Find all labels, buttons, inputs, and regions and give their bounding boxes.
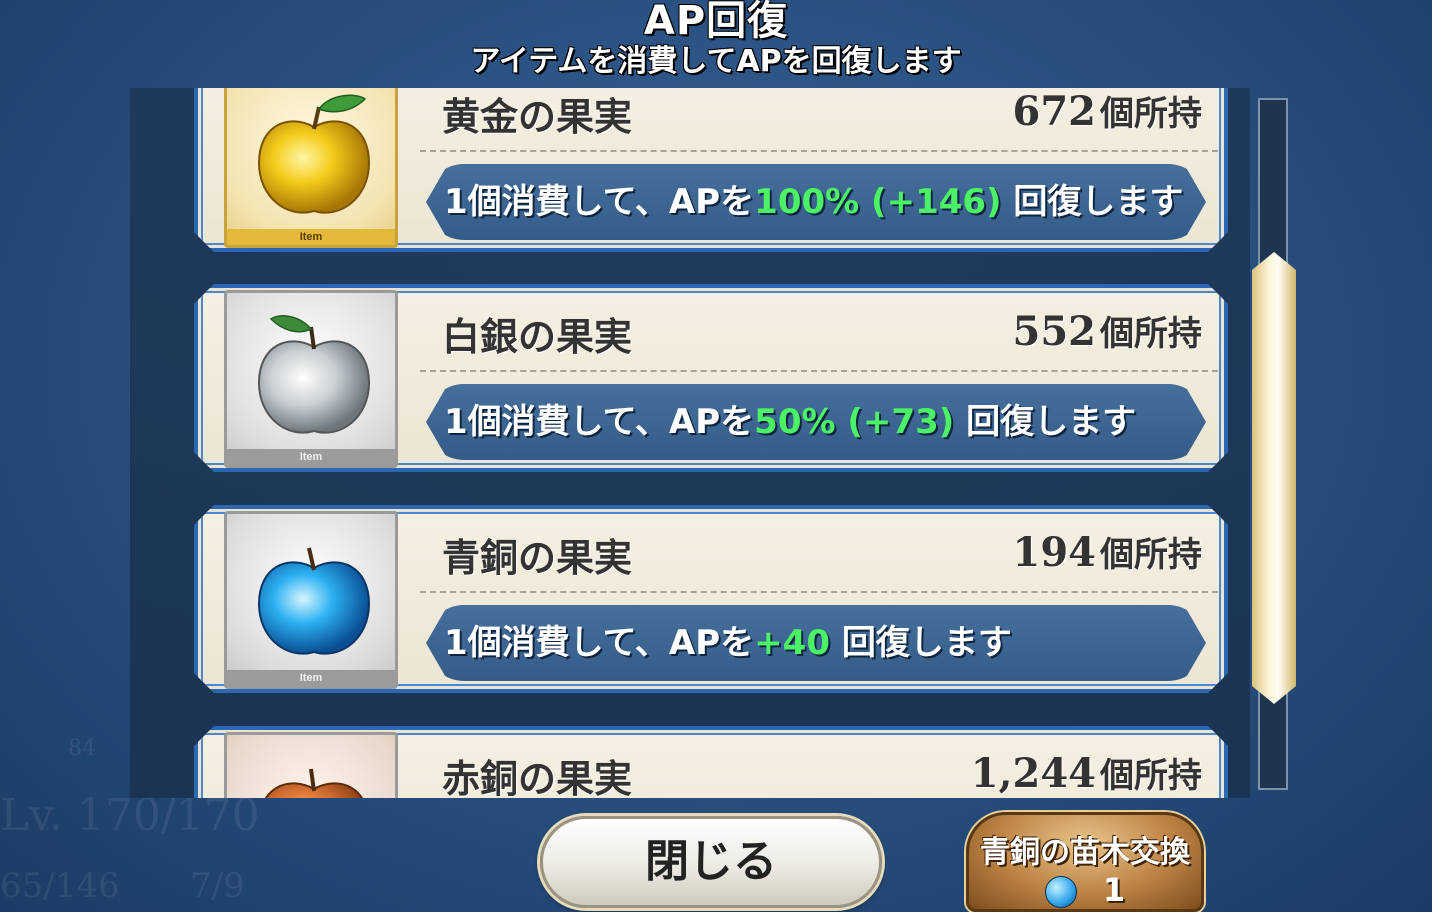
background-ratio-text: 7/9 [190, 866, 245, 906]
effect-value: +40 [754, 623, 830, 663]
dialog-subtitle: アイテムを消費してAPを回復します [470, 44, 962, 79]
item-thumbnail: Item [224, 290, 398, 468]
scrollbar-thumb[interactable] [1252, 252, 1296, 704]
item-thumbnail: Item [224, 88, 398, 248]
golden-apple-icon [249, 88, 379, 225]
effect-suffix: 回復します [954, 402, 1137, 442]
item-tag: Item [227, 229, 395, 245]
item-count: 552 個所持 [1013, 306, 1203, 355]
silver-apple-icon [249, 305, 379, 445]
item-thumbnail [224, 732, 398, 798]
item-card-silver-apple[interactable]: Item 白銀の果実 552 個所持 1個消費して、APを50% (+73) 回復… [194, 284, 1228, 472]
copper-apple-icon [249, 747, 379, 798]
item-effect-bar: 1個消費して、APを50% (+73) 回復します [426, 384, 1206, 460]
exchange-cost-value: 1 [1102, 871, 1126, 909]
item-count-number: 672 [1012, 88, 1096, 135]
effect-suffix: 回復します [829, 623, 1012, 663]
item-effect-bar: 1個消費して、APを+40 回復します [426, 605, 1206, 681]
item-effect-bar: 1個消費して、APを100% (+146) 回復します [426, 164, 1206, 240]
bronze-seed-icon [1044, 876, 1077, 908]
item-card-golden-apple[interactable]: Item 黄金の果実 672 個所持 1個消費して、APを100% (+146) … [194, 88, 1228, 252]
effect-prefix: 1個消費して、APを [444, 182, 755, 222]
item-name: 赤銅の果実 [442, 756, 633, 798]
item-count-unit: 個所持 [1100, 94, 1202, 134]
exchange-button-label: 青銅の苗木交換 [980, 835, 1190, 870]
item-name: 青銅の果実 [442, 535, 633, 580]
item-thumbnail: Item [224, 511, 398, 689]
item-name: 黄金の果実 [442, 94, 633, 139]
item-tag: Item [227, 449, 395, 465]
item-tag: Item [227, 670, 395, 686]
effect-prefix: 1個消費して、APを [444, 623, 755, 663]
item-count-unit: 個所持 [1100, 314, 1202, 354]
item-list-panel[interactable]: Item 黄金の果実 672 個所持 1個消費して、APを100% (+146) … [130, 88, 1250, 798]
item-count-unit: 個所持 [1100, 535, 1202, 575]
divider [420, 150, 1218, 152]
exchange-seedling-button[interactable]: 青銅の苗木交換 1 [966, 812, 1204, 912]
exchange-cost: 1 [969, 871, 1201, 909]
item-count-number: 194 [1012, 529, 1096, 576]
close-button[interactable]: 閉じる [540, 816, 882, 908]
item-card-copper-apple[interactable]: 赤銅の果実 1,244 個所持 [194, 726, 1228, 798]
item-count: 1,244 個所持 [971, 748, 1202, 797]
item-count-number: 1,244 [970, 750, 1096, 797]
item-count: 672 個所持 [1013, 88, 1203, 135]
divider [420, 370, 1218, 372]
item-card-bronze-apple[interactable]: Item 青銅の果実 194 個所持 1個消費して、APを+40 回復します [194, 505, 1228, 693]
item-count: 194 個所持 [1013, 527, 1203, 576]
effect-value: 100% (+146) [754, 182, 1002, 222]
bronze-apple-icon [249, 526, 379, 666]
background-number: 84 [68, 736, 96, 761]
effect-value: 50% (+73) [754, 402, 955, 442]
effect-prefix: 1個消費して、APを [444, 402, 755, 442]
item-count-number: 552 [1012, 308, 1096, 355]
item-count-unit: 個所持 [1100, 756, 1202, 796]
item-name: 白銀の果実 [442, 314, 633, 359]
background-ap-text: 65/146 [0, 866, 120, 906]
effect-suffix: 回復します [1001, 182, 1184, 222]
divider [420, 591, 1218, 593]
